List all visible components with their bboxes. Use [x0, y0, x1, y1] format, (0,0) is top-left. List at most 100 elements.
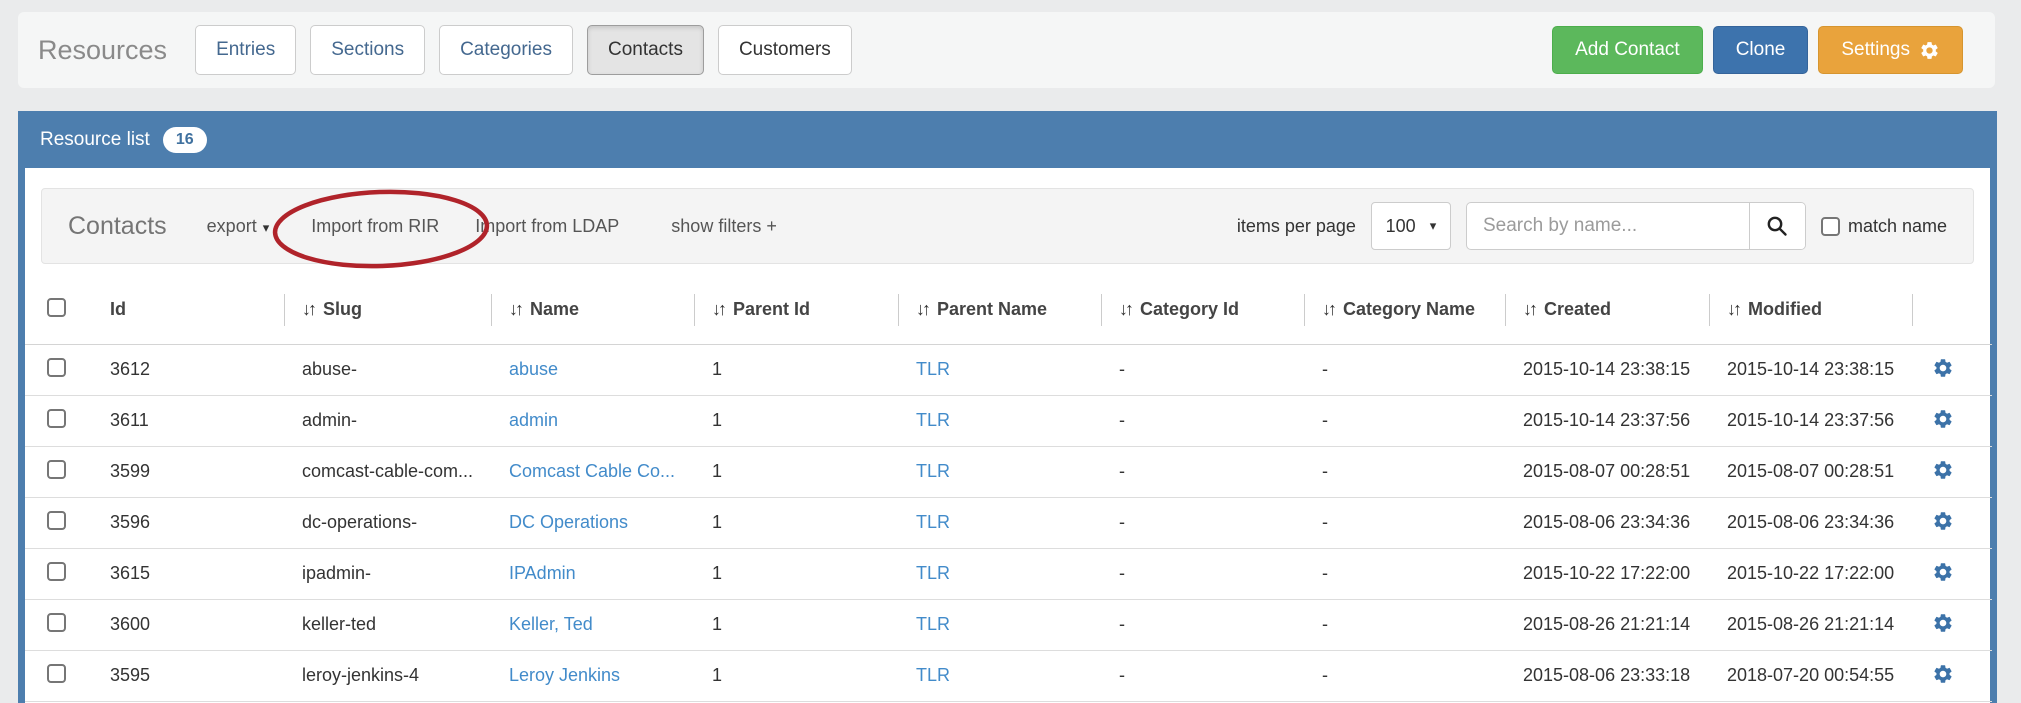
cell-name: DC Operations — [491, 497, 694, 548]
parent_name-link[interactable]: TLR — [916, 563, 950, 583]
parent_name-link[interactable]: TLR — [916, 665, 950, 685]
row-checkbox[interactable] — [47, 562, 66, 581]
cell-parent_id: 1 — [694, 395, 898, 446]
column-header-modified[interactable]: ↓↑Modified — [1709, 276, 1912, 344]
tab-entries[interactable]: Entries — [195, 25, 296, 75]
import-from-rir-link[interactable]: Import from RIR — [311, 216, 439, 237]
column-header-parent_id[interactable]: ↓↑Parent Id — [694, 276, 898, 344]
parent_name-link[interactable]: TLR — [916, 461, 950, 481]
table-row: 3615ipadmin-IPAdmin1TLR--2015-10-22 17:2… — [25, 548, 1992, 599]
row-checkbox[interactable] — [47, 511, 66, 530]
name-link[interactable]: Comcast Cable Co... — [509, 461, 675, 481]
name-link[interactable]: DC Operations — [509, 512, 628, 532]
row-settings-button[interactable] — [1930, 508, 1956, 537]
add-contact-button[interactable]: Add Contact — [1552, 26, 1703, 74]
cell-modified: 2015-08-26 21:21:14 — [1709, 599, 1912, 650]
settings-button[interactable]: Settings — [1818, 26, 1963, 74]
sort-arrows-icon: ↓↑ — [916, 299, 928, 319]
column-label: Created — [1544, 299, 1611, 319]
parent_name-link[interactable]: TLR — [916, 614, 950, 634]
cell-created: 2015-08-26 21:21:14 — [1505, 599, 1709, 650]
page-title: Resources — [38, 35, 167, 66]
search-icon — [1765, 214, 1789, 238]
sort-arrows-icon: ↓↑ — [1727, 299, 1739, 319]
parent_name-link[interactable]: TLR — [916, 512, 950, 532]
contacts-toolbar: Contacts export▾ Import from RIR Import … — [41, 188, 1974, 264]
cell-modified: 2015-08-07 00:28:51 — [1709, 446, 1912, 497]
gear-icon — [1932, 510, 1954, 532]
items-per-page-value: 100 — [1386, 216, 1416, 237]
cell-created: 2015-10-14 23:37:56 — [1505, 395, 1709, 446]
clone-button[interactable]: Clone — [1713, 26, 1809, 74]
search-group — [1466, 202, 1806, 250]
table-body: 3612abuse-abuse1TLR--2015-10-14 23:38:15… — [25, 344, 1992, 701]
row-settings-button[interactable] — [1930, 661, 1956, 690]
cell-slug: ipadmin- — [284, 548, 491, 599]
row-settings-button[interactable] — [1930, 406, 1956, 435]
tab-contacts[interactable]: Contacts — [587, 25, 704, 75]
match-name-label: match name — [1848, 216, 1947, 237]
row-select-cell — [25, 446, 92, 497]
row-checkbox[interactable] — [47, 460, 66, 479]
row-actions-cell — [1912, 599, 1992, 650]
row-actions-cell — [1912, 344, 1992, 395]
match-name-checkbox[interactable] — [1821, 217, 1840, 236]
row-checkbox[interactable] — [47, 664, 66, 683]
column-header-parent_name[interactable]: ↓↑Parent Name — [898, 276, 1101, 344]
name-link[interactable]: abuse — [509, 359, 558, 379]
row-settings-button[interactable] — [1930, 610, 1956, 639]
name-link[interactable]: IPAdmin — [509, 563, 576, 583]
export-dropdown[interactable]: export▾ — [207, 216, 270, 237]
search-button[interactable] — [1749, 203, 1805, 249]
search-input[interactable] — [1467, 203, 1749, 249]
cell-category_name: - — [1304, 650, 1505, 701]
cell-id: 3612 — [92, 344, 284, 395]
column-header-name[interactable]: ↓↑Name — [491, 276, 694, 344]
cell-category_name: - — [1304, 446, 1505, 497]
cell-created: 2015-08-07 00:28:51 — [1505, 446, 1709, 497]
row-settings-button[interactable] — [1930, 559, 1956, 588]
row-settings-button[interactable] — [1930, 355, 1956, 384]
count-badge: 16 — [163, 127, 207, 153]
panel-header: Resource list 16 — [18, 111, 1997, 168]
parent_name-link[interactable]: TLR — [916, 410, 950, 430]
row-settings-button[interactable] — [1930, 457, 1956, 486]
show-filters-link[interactable]: show filters + — [671, 216, 777, 237]
parent_name-link[interactable]: TLR — [916, 359, 950, 379]
select-all-checkbox[interactable] — [47, 298, 66, 317]
cell-parent_name: TLR — [898, 395, 1101, 446]
settings-button-label: Settings — [1841, 39, 1910, 61]
table-row: 3612abuse-abuse1TLR--2015-10-14 23:38:15… — [25, 344, 1992, 395]
cell-slug: dc-operations- — [284, 497, 491, 548]
select-all-header — [25, 276, 92, 344]
cell-category_name: - — [1304, 497, 1505, 548]
cell-category_id: - — [1101, 599, 1304, 650]
tab-customers[interactable]: Customers — [718, 25, 852, 75]
column-header-slug[interactable]: ↓↑Slug — [284, 276, 491, 344]
column-header-category_id[interactable]: ↓↑Category Id — [1101, 276, 1304, 344]
items-per-page-select[interactable]: 100 ▾ — [1371, 202, 1451, 250]
row-actions-cell — [1912, 497, 1992, 548]
import-from-ldap-link[interactable]: Import from LDAP — [475, 216, 619, 237]
cell-parent_id: 1 — [694, 599, 898, 650]
row-checkbox[interactable] — [47, 358, 66, 377]
column-header-category_name[interactable]: ↓↑Category Name — [1304, 276, 1505, 344]
cell-name: Leroy Jenkins — [491, 650, 694, 701]
row-checkbox[interactable] — [47, 613, 66, 632]
name-link[interactable]: admin — [509, 410, 558, 430]
cell-category_name: - — [1304, 395, 1505, 446]
row-actions-cell — [1912, 446, 1992, 497]
name-link[interactable]: Keller, Ted — [509, 614, 593, 634]
cell-modified: 2015-10-14 23:37:56 — [1709, 395, 1912, 446]
row-checkbox[interactable] — [47, 409, 66, 428]
name-link[interactable]: Leroy Jenkins — [509, 665, 620, 685]
tab-categories[interactable]: Categories — [439, 25, 573, 75]
chevron-down-icon: ▾ — [1430, 218, 1437, 234]
tab-sections[interactable]: Sections — [310, 25, 425, 75]
column-label: Parent Id — [733, 299, 810, 319]
sort-arrows-icon: ↓↑ — [1322, 299, 1334, 319]
cell-slug: comcast-cable-com... — [284, 446, 491, 497]
cell-category_id: - — [1101, 650, 1304, 701]
column-header-created[interactable]: ↓↑Created — [1505, 276, 1709, 344]
cell-created: 2015-08-06 23:34:36 — [1505, 497, 1709, 548]
